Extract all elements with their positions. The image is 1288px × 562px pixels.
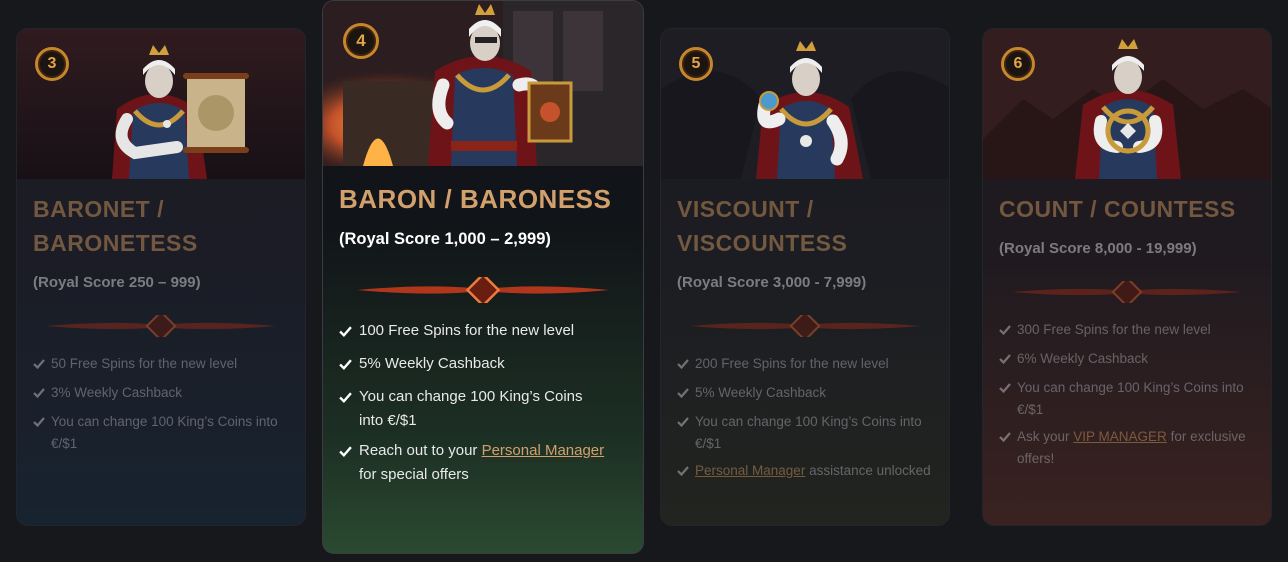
personal-manager-link[interactable]: Personal Manager [482, 442, 605, 459]
royal-score-range: (Royal Score 250 – 999) [33, 274, 201, 291]
check-icon [999, 348, 1017, 372]
tier-title: BARONET / BARONETESS [33, 192, 289, 260]
check-icon [33, 411, 51, 435]
perk-text-suffix: for special offers [359, 466, 469, 483]
check-icon [339, 319, 359, 346]
level-number: 5 [691, 55, 701, 72]
ornament-divider [690, 315, 920, 337]
check-icon [999, 377, 1017, 401]
royal-score-range: (Royal Score 3,000 - 7,999) [677, 274, 867, 291]
perk-item: 6% Weekly Cashback [999, 348, 1255, 372]
level-badge: 3 [35, 47, 69, 81]
perk-item: You can change 100 King’s Coins into €/$… [999, 377, 1255, 421]
tier-hero-image: 6 [983, 29, 1271, 179]
level-number: 6 [1013, 55, 1023, 72]
perk-item: 5% Weekly Cashback [677, 382, 933, 406]
level-badge: 4 [343, 23, 379, 59]
perk-text: 200 Free Spins for the new level [695, 356, 889, 371]
check-icon [677, 382, 695, 406]
check-icon [677, 411, 695, 435]
level-number: 4 [356, 31, 366, 50]
perk-item: You can change 100 King’s Coins into €/$… [33, 411, 289, 455]
perk-item: 200 Free Spins for the new level [677, 353, 933, 377]
tier-title-text: BARONET / BARONETESS [33, 196, 198, 256]
perk-item: You can change 100 King’s Coins into €/$… [339, 385, 627, 433]
tier-hero-image: 4 [323, 1, 643, 166]
perks-list: 100 Free Spins for the new level 5% Week… [339, 319, 627, 487]
perk-text: 6% Weekly Cashback [1017, 351, 1149, 366]
tier-title-text-line2: VISCOUNTESS [677, 230, 848, 256]
check-icon [677, 353, 695, 377]
perk-text: Ask your VIP MANAGER for exclusive offer… [1017, 426, 1247, 470]
check-icon [999, 426, 1017, 450]
tier-title-text: COUNT / COUNTESS [999, 196, 1236, 222]
tier-card-baronet[interactable]: 3 BARONET / BARONETESS (Royal Score 250 … [16, 28, 306, 526]
perk-text: You can change 100 King’s Coins into €/$… [51, 414, 278, 451]
perk-text: Personal Manager assistance unlocked [695, 460, 931, 482]
perk-item: You can change 100 King’s Coins into €/$… [677, 411, 933, 455]
perk-item: 300 Free Spins for the new level [999, 319, 1255, 343]
perk-item: 100 Free Spins for the new level [339, 319, 627, 346]
perk-item: Ask your VIP MANAGER for exclusive offer… [999, 426, 1255, 470]
level-badge: 6 [1001, 47, 1035, 81]
tier-title-text: BARON / BARONESS [339, 184, 612, 214]
perk-text: You can change 100 King’s Coins into €/$… [695, 414, 922, 451]
perk-text: You can change 100 King’s Coins into €/$… [359, 388, 583, 429]
perk-text: 5% Weekly Cashback [359, 355, 505, 372]
perk-item: 3% Weekly Cashback [33, 382, 289, 406]
tier-title: COUNT / COUNTESS [999, 192, 1255, 226]
perk-text: 50 Free Spins for the new level [51, 356, 238, 371]
tier-card-viscount[interactable]: 5 VISCOUNT / VISCOUNTESS (Royal Score 3,… [660, 28, 950, 526]
royal-score-range: (Royal Score 8,000 - 19,999) [999, 240, 1197, 257]
vip-manager-link[interactable]: VIP MANAGER [1073, 429, 1167, 444]
perk-item: 5% Weekly Cashback [339, 352, 627, 379]
ornament-divider [357, 277, 609, 303]
perk-text-prefix: Reach out to your [359, 442, 482, 459]
perk-item: Personal Manager assistance unlocked [677, 460, 933, 484]
tier-title: BARON / BARONESS [339, 182, 627, 216]
check-icon [33, 353, 51, 377]
perk-item: Reach out to your Personal Manager for s… [339, 439, 627, 487]
perks-list: 200 Free Spins for the new level 5% Week… [677, 353, 933, 484]
perk-text: 300 Free Spins for the new level [1017, 322, 1211, 337]
check-icon [339, 385, 359, 412]
check-icon [339, 352, 359, 379]
perk-item: 50 Free Spins for the new level [33, 353, 289, 377]
check-icon [677, 460, 695, 484]
perk-text: 3% Weekly Cashback [51, 385, 183, 400]
royal-score-range: (Royal Score 1,000 – 2,999) [339, 230, 551, 248]
ornament-divider [46, 315, 276, 337]
check-icon [999, 319, 1017, 343]
perk-text-suffix: assistance unlocked [805, 463, 931, 478]
perk-text: 5% Weekly Cashback [695, 385, 827, 400]
perks-list: 300 Free Spins for the new level 6% Week… [999, 319, 1255, 470]
tier-hero-image: 5 [661, 29, 949, 179]
tier-title-text: VISCOUNT / [677, 196, 814, 222]
level-badge: 5 [679, 47, 713, 81]
level-number: 3 [47, 55, 57, 72]
check-icon [339, 439, 359, 466]
perks-list: 50 Free Spins for the new level 3% Weekl… [33, 353, 289, 455]
tier-card-count[interactable]: 6 COUNT / COUNTESS (Royal Score 8,000 - … [982, 28, 1272, 526]
tier-hero-image: 3 [17, 29, 305, 179]
perk-text: You can change 100 King’s Coins into €/$… [1017, 380, 1244, 417]
perk-text-prefix: Ask your [1017, 429, 1074, 444]
ornament-divider [1012, 281, 1242, 303]
perk-text: Reach out to your Personal Manager for s… [359, 439, 619, 487]
tier-card-baron[interactable]: 4 BARON / BARONESS (Royal Score 1,000 – … [322, 0, 644, 554]
perk-text: 100 Free Spins for the new level [359, 322, 575, 339]
tier-title: VISCOUNT / VISCOUNTESS [677, 192, 933, 260]
personal-manager-link[interactable]: Personal Manager [695, 463, 805, 478]
check-icon [33, 382, 51, 406]
